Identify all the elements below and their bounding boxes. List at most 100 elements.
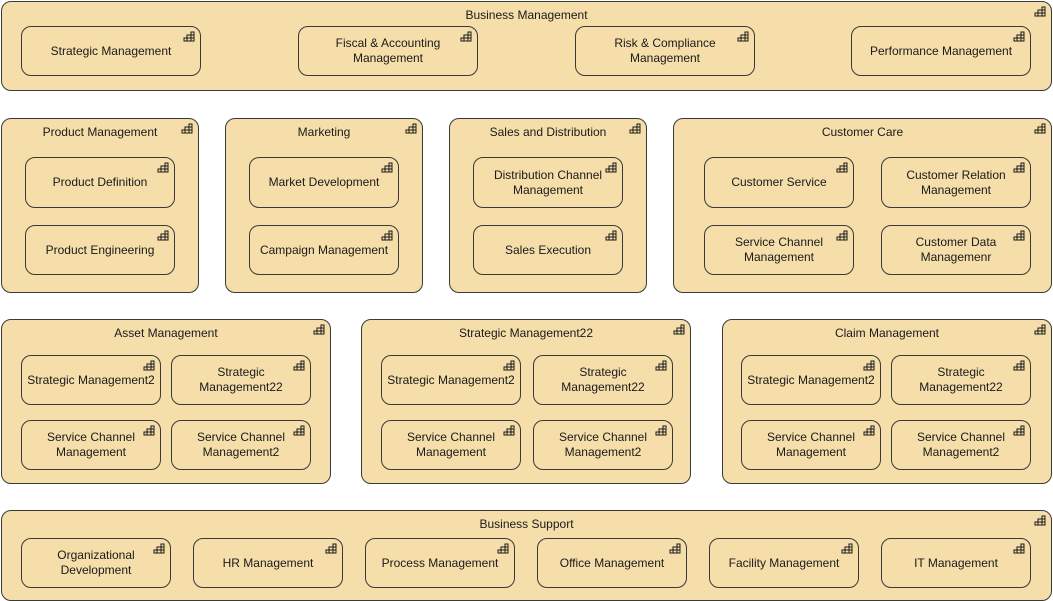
capability-item-strategic-management22[interactable]: Strategic Management22 bbox=[171, 355, 311, 405]
capability-item-label: Campaign Management bbox=[259, 242, 389, 257]
group-title: Marketing bbox=[297, 125, 351, 139]
capability-icon bbox=[655, 425, 667, 436]
capability-item-label: Strategic Management2 bbox=[387, 372, 515, 387]
capability-icon bbox=[863, 360, 875, 371]
capability-icon bbox=[497, 543, 509, 554]
capability-item-strategic-management2[interactable]: Strategic Management2 bbox=[381, 355, 521, 405]
capability-icon bbox=[836, 230, 848, 241]
group-title: Business Management bbox=[465, 8, 588, 22]
capability-icon bbox=[1013, 425, 1025, 436]
capability-icon bbox=[157, 230, 169, 241]
capability-icon bbox=[605, 230, 617, 241]
capability-item-label: Office Management bbox=[559, 555, 665, 570]
capability-icon bbox=[1013, 543, 1025, 554]
capability-item-product-definition[interactable]: Product Definition bbox=[25, 157, 175, 208]
capability-item-sales-execution[interactable]: Sales Execution bbox=[473, 225, 623, 275]
capability-item-office-management[interactable]: Office Management bbox=[537, 538, 687, 588]
capability-icon bbox=[381, 162, 393, 173]
capability-item-label: Service Channel Management2 bbox=[196, 430, 286, 459]
capability-item-hr-management[interactable]: HR Management bbox=[193, 538, 343, 588]
capability-item-customer-service[interactable]: Customer Service bbox=[704, 157, 854, 208]
capability-item-label: Service Channel Management bbox=[734, 235, 824, 264]
capability-item-organizational-development[interactable]: Organizational Development bbox=[21, 538, 171, 588]
capability-icon bbox=[655, 360, 667, 371]
capability-icon bbox=[1013, 360, 1025, 371]
capability-icon bbox=[1034, 515, 1046, 526]
capability-item-label: Strategic Management22 bbox=[199, 365, 283, 394]
capability-item-performance-management[interactable]: Performance Management bbox=[851, 26, 1031, 76]
capability-item-customer-data-managemenr[interactable]: Customer Data Managemenr bbox=[881, 225, 1031, 275]
capability-icon bbox=[381, 230, 393, 241]
capability-icon bbox=[313, 324, 325, 335]
capability-item-label: Market Development bbox=[268, 175, 380, 189]
capability-item-campaign-management[interactable]: Campaign Management bbox=[249, 225, 399, 275]
capability-item-label: Risk & Compliance Management bbox=[614, 36, 716, 65]
capability-icon bbox=[1013, 31, 1025, 42]
capability-item-service-channel-management2[interactable]: Service Channel Management2 bbox=[171, 420, 311, 470]
capability-item-label: Customer Relation Management bbox=[906, 167, 1006, 197]
capability-icon bbox=[143, 360, 155, 371]
capability-icon bbox=[405, 123, 417, 134]
capability-item-label: Customer Service bbox=[731, 175, 827, 189]
capability-item-label: Service Channel Management2 bbox=[916, 430, 1006, 459]
capability-item-product-engineering[interactable]: Product Engineering bbox=[25, 225, 175, 275]
capability-icon bbox=[143, 425, 155, 436]
capability-item-label: Sales Execution bbox=[504, 242, 592, 257]
capability-item-label: Service Channel Management bbox=[46, 430, 136, 459]
capability-icon bbox=[629, 123, 641, 134]
capability-icon bbox=[1013, 230, 1025, 241]
capability-icon bbox=[836, 162, 848, 173]
capability-item-label: Distribution Channel Management bbox=[493, 167, 603, 197]
capability-item-market-development[interactable]: Market Development bbox=[249, 157, 399, 208]
capability-item-label: Service Channel Management2 bbox=[558, 430, 648, 459]
capability-item-label: Customer Data Managemenr bbox=[915, 235, 997, 264]
capability-item-service-channel-management[interactable]: Service Channel Management bbox=[21, 420, 161, 470]
capability-item-strategic-management[interactable]: Strategic Management bbox=[21, 26, 201, 76]
capability-item-label: IT Management bbox=[914, 555, 998, 570]
capability-icon bbox=[737, 31, 749, 42]
capability-icon bbox=[181, 123, 193, 134]
capability-item-strategic-management2[interactable]: Strategic Management2 bbox=[21, 355, 161, 405]
capability-icon bbox=[183, 31, 195, 42]
capability-item-strategic-management22[interactable]: Strategic Management22 bbox=[533, 355, 673, 405]
capability-item-service-channel-management2[interactable]: Service Channel Management2 bbox=[533, 420, 673, 470]
capability-item-label: Product Definition bbox=[52, 175, 148, 189]
capability-icon bbox=[325, 543, 337, 554]
capability-item-distribution-channel-management[interactable]: Distribution Channel Management bbox=[473, 157, 623, 208]
capability-item-label: Product Engineering bbox=[45, 242, 155, 257]
capability-item-service-channel-management2[interactable]: Service Channel Management2 bbox=[891, 420, 1031, 470]
group-title: Claim Management bbox=[834, 326, 940, 340]
capability-item-label: Facility Management bbox=[728, 555, 840, 570]
capability-item-facility-management[interactable]: Facility Management bbox=[709, 538, 859, 588]
capability-item-label: Strategic Management22 bbox=[561, 365, 645, 394]
capability-item-service-channel-management[interactable]: Service Channel Management bbox=[704, 225, 854, 275]
capability-item-label: Performance Management bbox=[869, 43, 1013, 58]
capability-icon bbox=[1034, 6, 1046, 17]
capability-item-process-management[interactable]: Process Management bbox=[365, 538, 515, 588]
capability-item-service-channel-management[interactable]: Service Channel Management bbox=[741, 420, 881, 470]
capability-icon bbox=[605, 162, 617, 173]
group-title: Strategic Management22 bbox=[458, 326, 594, 340]
capability-icon bbox=[157, 162, 169, 173]
capability-item-fiscal-and-accounting-management[interactable]: Fiscal & Accounting Management bbox=[298, 26, 478, 76]
capability-item-strategic-management22[interactable]: Strategic Management22 bbox=[891, 355, 1031, 405]
capability-item-strategic-management2[interactable]: Strategic Management2 bbox=[741, 355, 881, 405]
capability-item-service-channel-management[interactable]: Service Channel Management bbox=[381, 420, 521, 470]
capability-item-label: Fiscal & Accounting Management bbox=[335, 36, 441, 65]
group-title: Asset Management bbox=[114, 326, 218, 340]
capability-icon bbox=[841, 543, 853, 554]
capability-icon bbox=[503, 360, 515, 371]
capability-item-risk-and-compliance-management[interactable]: Risk & Compliance Management bbox=[575, 26, 755, 76]
capability-icon bbox=[1034, 123, 1046, 134]
capability-item-label: Strategic Management22 bbox=[919, 365, 1003, 394]
capability-item-customer-relation-management[interactable]: Customer Relation Management bbox=[881, 157, 1031, 208]
capability-icon bbox=[863, 425, 875, 436]
capability-item-label: HR Management bbox=[222, 555, 314, 570]
capability-item-label: Organizational Development bbox=[57, 548, 135, 577]
capability-icon bbox=[153, 543, 165, 554]
capability-icon bbox=[1013, 162, 1025, 173]
capability-item-it-management[interactable]: IT Management bbox=[881, 538, 1031, 588]
group-title: Customer Care bbox=[821, 125, 904, 139]
capability-icon bbox=[460, 31, 472, 42]
group-title: Sales and Distribution bbox=[489, 125, 607, 139]
